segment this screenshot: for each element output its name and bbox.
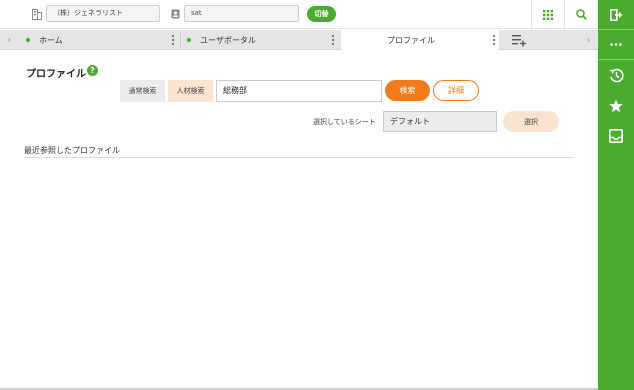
selected-sheet-label: 選択しているシート (313, 118, 376, 126)
status-dot (26, 38, 30, 42)
star-icon[interactable] (598, 91, 634, 120)
logout-icon[interactable] (598, 0, 634, 29)
tab-profile[interactable]: プロファイル (341, 30, 499, 50)
inbox-icon[interactable] (598, 121, 634, 150)
tab-label: ホーム (39, 35, 63, 45)
tab-user-portal[interactable]: ユーザポータル (187, 30, 338, 50)
add-tab-icon[interactable] (511, 33, 527, 47)
selected-sheet-field: デフォルト (383, 111, 497, 132)
tab-menu-icon[interactable] (171, 35, 174, 45)
grid-icon[interactable] (532, 0, 564, 29)
talent-search-button[interactable]: 人材検索 (168, 80, 213, 102)
tab-home[interactable]: ホーム (26, 30, 178, 50)
right-sidebar (598, 0, 634, 390)
help-icon[interactable]: ? (87, 65, 98, 76)
tab-label: ユーザポータル (200, 35, 256, 45)
page-title: プロファイル (26, 69, 86, 80)
normal-search-button[interactable]: 通常検索 (120, 80, 165, 102)
recent-profiles-heading: 最近参照したプロファイル (24, 146, 120, 155)
select-sheet-button[interactable]: 選択 (503, 111, 559, 132)
tab-scroll-right-icon[interactable]: › (579, 30, 598, 50)
search-icon[interactable] (565, 0, 597, 29)
tab-bar: ‹ ホーム ユーザポータル プロファイル › (0, 30, 598, 50)
tab-menu-icon[interactable] (492, 35, 495, 45)
more-icon[interactable] (598, 30, 634, 59)
history-icon[interactable] (598, 61, 634, 90)
user-icon (170, 8, 181, 20)
top-bar: （株）ジェネラリスト sat 切替 (0, 0, 598, 29)
detail-button[interactable]: 詳細 (433, 80, 479, 101)
divider (598, 59, 634, 60)
switch-button[interactable]: 切替 (307, 6, 336, 22)
divider (24, 157, 574, 158)
divider (180, 33, 181, 47)
building-icon (31, 8, 42, 20)
search-input[interactable]: 総務部 (216, 80, 382, 102)
search-button[interactable]: 検索 (385, 80, 430, 101)
status-dot (187, 38, 191, 42)
tab-menu-icon[interactable] (331, 35, 334, 45)
tab-scroll-left-icon[interactable]: ‹ (0, 30, 19, 50)
company-field[interactable]: （株）ジェネラリスト (46, 5, 160, 22)
tab-label: プロファイル (387, 35, 435, 45)
user-field[interactable]: sat (184, 5, 299, 22)
